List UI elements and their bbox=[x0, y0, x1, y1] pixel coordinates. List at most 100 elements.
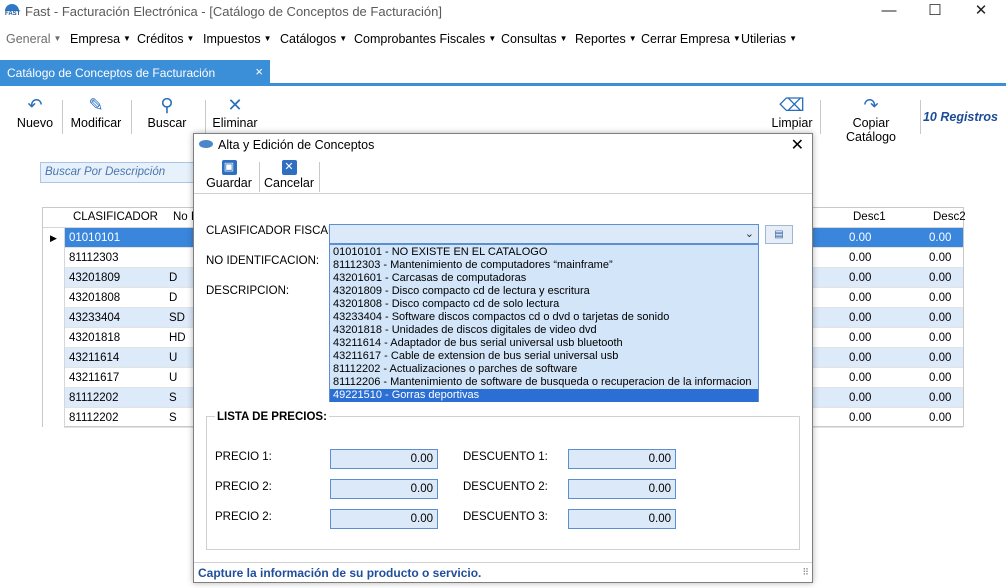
dropdown-option[interactable]: 43211617 - Cable de extension de bus ser… bbox=[330, 350, 758, 363]
cell-desc1: 0.00 bbox=[849, 372, 872, 384]
alta-edicion-conceptos-dialog: Alta y Edición de Conceptos ✕ ▣ Guardar … bbox=[193, 133, 813, 583]
column-header-clasificador[interactable]: CLASIFICADOR bbox=[73, 211, 158, 223]
toolbar-separator bbox=[131, 100, 132, 134]
share-arrow-icon: ↷ bbox=[863, 95, 879, 115]
dropdown-option[interactable]: 43201809 - Disco compacto cd de lectura … bbox=[330, 285, 758, 298]
dialog-close-button[interactable]: ✕ bbox=[791, 135, 804, 155]
menu-label: Utilerias bbox=[741, 32, 787, 46]
descuento-2-input[interactable]: 0.00 bbox=[568, 479, 676, 499]
descuento-2-label: DESCUENTO 2: bbox=[463, 481, 548, 493]
precio-2-label: PRECIO 2: bbox=[215, 481, 272, 493]
current-row-indicator-icon: ▶ bbox=[43, 228, 65, 248]
dropdown-option[interactable]: 81112202 - Actualizaciones o parches de … bbox=[330, 363, 758, 376]
document-tab-strip: Catálogo de Conceptos de Facturación × bbox=[0, 60, 1006, 86]
cancelar-button[interactable]: ✕ Cancelar bbox=[264, 160, 314, 190]
menu-empresa[interactable]: Empresa ▼ bbox=[70, 32, 131, 46]
minimize-button[interactable]: — bbox=[866, 0, 912, 24]
menu-consultas[interactable]: Consultas ▼ bbox=[501, 32, 568, 46]
close-tab-icon[interactable]: × bbox=[255, 64, 263, 79]
tab-catalogo-conceptos[interactable]: Catálogo de Conceptos de Facturación × bbox=[0, 60, 270, 84]
tab-label: Catálogo de Conceptos de Facturación bbox=[7, 66, 216, 80]
cell-clasificador: 43201818 bbox=[69, 332, 121, 344]
nuevo-label: Nuevo bbox=[16, 116, 54, 130]
chevron-down-icon: ▼ bbox=[488, 34, 497, 43]
toolbar-separator bbox=[205, 100, 206, 134]
cell-desc1: 0.00 bbox=[849, 292, 872, 304]
chevron-down-icon: ▼ bbox=[559, 34, 568, 43]
menu-creditos[interactable]: Créditos ▼ bbox=[137, 32, 194, 46]
clasificador-fiscal-select[interactable]: ⌄ bbox=[329, 224, 759, 244]
cell-no-identificacion: D bbox=[169, 292, 178, 304]
cell-no-identificacion: SD bbox=[169, 312, 185, 324]
cell-desc2: 0.00 bbox=[929, 272, 952, 284]
status-message: Capture la información de su producto o … bbox=[198, 566, 482, 580]
row-header bbox=[43, 268, 65, 288]
cell-desc2: 0.00 bbox=[929, 392, 952, 404]
row-header bbox=[43, 248, 65, 268]
cell-desc1: 0.00 bbox=[849, 312, 872, 324]
document-search-icon: ▤ bbox=[774, 229, 784, 240]
menu-general[interactable]: General ▼ bbox=[6, 32, 61, 46]
descuento-1-label: DESCUENTO 1: bbox=[463, 451, 548, 463]
clasificador-dropdown-list[interactable]: 01010101 - NO EXISTE EN EL CATALOGO 8111… bbox=[329, 244, 759, 402]
floppy-disk-icon: ▣ bbox=[221, 160, 237, 175]
guardar-button[interactable]: ▣ Guardar bbox=[206, 160, 252, 190]
dropdown-option[interactable]: 43201808 - Disco compacto cd de solo lec… bbox=[330, 298, 758, 311]
menu-label: Créditos bbox=[137, 32, 184, 46]
column-header-desc2[interactable]: Desc2 bbox=[933, 211, 966, 223]
column-header-no-identificacion[interactable]: No I bbox=[173, 211, 194, 223]
guardar-label: Guardar bbox=[206, 176, 252, 190]
buscar-button[interactable]: ⚲ Buscar bbox=[144, 96, 190, 134]
row-header bbox=[43, 308, 65, 328]
resize-grip-icon[interactable]: ⠿ bbox=[802, 567, 809, 578]
dropdown-option-selected[interactable]: 49221510 - Gorras deportivas bbox=[330, 389, 758, 402]
dropdown-option[interactable]: 01010101 - NO EXISTE EN EL CATALOGO bbox=[330, 246, 758, 259]
dropdown-option[interactable]: 43201818 - Unidades de discos digitales … bbox=[330, 324, 758, 337]
cell-desc1: 0.00 bbox=[849, 332, 872, 344]
dropdown-option[interactable]: 81112303 - Mantenimiento de computadores… bbox=[330, 259, 758, 272]
menu-bar: General ▼ Empresa ▼ Créditos ▼ Impuestos ▼ C… bbox=[0, 30, 1006, 50]
chevron-down-icon: ▼ bbox=[732, 34, 741, 43]
dropdown-option[interactable]: 81112206 - Mantenimiento de software de … bbox=[330, 376, 758, 389]
cell-desc1: 0.00 bbox=[849, 392, 872, 404]
cancel-x-icon: ✕ bbox=[281, 160, 297, 175]
chevron-down-icon: ▼ bbox=[123, 34, 131, 43]
eliminar-button[interactable]: ✕ Eliminar bbox=[209, 96, 261, 134]
limpiar-button[interactable]: ⌫ Limpiar bbox=[769, 96, 815, 134]
copiar-catalogo-button[interactable]: ↷ Copiar Catálogo bbox=[826, 95, 916, 144]
cell-desc1: 0.00 bbox=[849, 412, 872, 424]
search-icon: ⚲ bbox=[160, 95, 174, 115]
menu-catalogos[interactable]: Catálogos ▼ bbox=[280, 32, 347, 46]
nuevo-button[interactable]: ↶ Nuevo bbox=[12, 96, 58, 134]
menu-comprobantes-fiscales[interactable]: Comprobantes Fiscales ▼ bbox=[354, 32, 496, 46]
menu-utilerias[interactable]: Utilerias ▼ bbox=[741, 32, 797, 46]
dropdown-option[interactable]: 43211614 - Adaptador de bus serial unive… bbox=[330, 337, 758, 350]
descuento-3-input[interactable]: 0.00 bbox=[568, 509, 676, 529]
lookup-document-button[interactable]: ▤ bbox=[765, 225, 793, 244]
dropdown-option[interactable]: 43233404 - Software discos compactos cd … bbox=[330, 311, 758, 324]
toolbar-separator bbox=[820, 100, 821, 134]
modificar-button[interactable]: ✎ Modificar bbox=[66, 96, 126, 134]
descuento-1-input[interactable]: 0.00 bbox=[568, 449, 676, 469]
menu-reportes[interactable]: Reportes ▼ bbox=[575, 32, 637, 46]
precio-2-input[interactable]: 0.00 bbox=[330, 479, 438, 499]
column-header-desc1[interactable]: Desc1 bbox=[853, 211, 886, 223]
chevron-down-icon: ▼ bbox=[186, 34, 195, 43]
maximize-button[interactable]: ☐ bbox=[912, 0, 958, 24]
dropdown-option[interactable]: 43201601 - Carcasas de computadoras bbox=[330, 272, 758, 285]
menu-cerrar-empresa[interactable]: Cerrar Empresa ▼ bbox=[641, 32, 741, 46]
buscar-label: Buscar bbox=[147, 116, 187, 130]
precio-1-input[interactable]: 0.00 bbox=[330, 449, 438, 469]
menu-impuestos[interactable]: Impuestos ▼ bbox=[203, 32, 272, 46]
cell-no-identificacion: D bbox=[169, 272, 178, 284]
cell-desc2: 0.00 bbox=[929, 352, 952, 364]
undo-arrow-icon: ↶ bbox=[27, 95, 43, 115]
precio-3-input[interactable]: 0.00 bbox=[330, 509, 438, 529]
close-window-button[interactable]: ✕ bbox=[958, 0, 1004, 24]
row-header bbox=[43, 368, 65, 388]
menu-label: General bbox=[6, 32, 51, 46]
clasificador-fiscal-label: CLASIFICADOR FISCAL: bbox=[206, 225, 338, 237]
cell-clasificador: 43211614 bbox=[69, 352, 120, 364]
search-input[interactable]: Buscar Por Descripción bbox=[40, 162, 200, 183]
cell-clasificador: 43201808 bbox=[69, 292, 121, 304]
